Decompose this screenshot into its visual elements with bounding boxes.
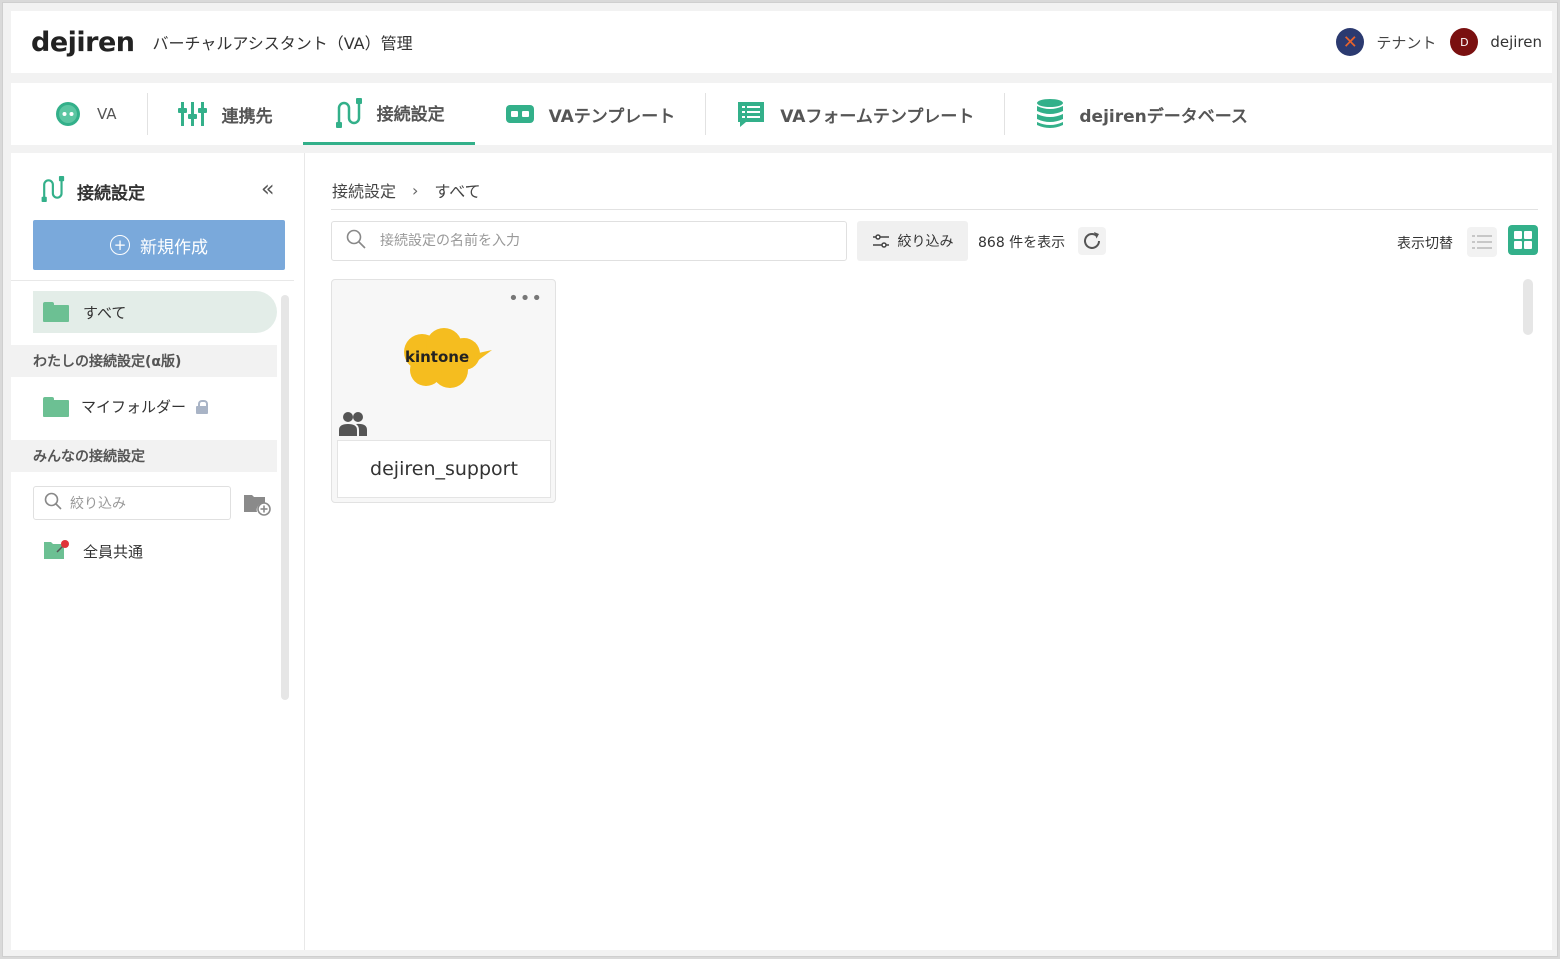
tab-label: 連携先 (221, 106, 273, 127)
sidebar-item-label: すべて (83, 303, 127, 322)
my-connections-section-heading: わたしの接続設定(α版) (11, 345, 277, 377)
tab-label: 接続設定 (376, 105, 445, 125)
app-title: バーチャルアシスタント（VA）管理 (152, 34, 413, 53)
tab-label: VAフォームテンプレート (780, 106, 975, 127)
sidebar-item-everyone[interactable]: 全員共通 (43, 538, 143, 564)
tab-va[interactable]: VA (11, 83, 147, 145)
connection-card[interactable]: ••• kintone dejiren_support (331, 279, 556, 503)
tab-va-form-template[interactable]: VAフォームテンプレート (706, 83, 1004, 145)
new-button-label: 新規作成 (140, 237, 208, 258)
grid-view-icon[interactable] (1508, 225, 1538, 255)
user-name[interactable]: dejiren (1490, 33, 1542, 51)
collapse-sidebar-icon[interactable]: « (261, 177, 275, 202)
search-icon (44, 492, 62, 514)
view-toggle-label: 表示切替 (1397, 236, 1453, 252)
breadcrumb-separator: › (412, 180, 419, 200)
sidebar-title: 接続設定 (77, 183, 145, 204)
list-view-icon[interactable] (1467, 227, 1497, 257)
tab-label: VA (97, 105, 117, 123)
cable-icon (333, 97, 363, 128)
cable-icon (39, 175, 65, 207)
header-account-area: ✕ テナント D dejiren (1336, 28, 1542, 56)
folder-icon (43, 302, 69, 322)
app-window: dejiren バーチャルアシスタント（VA）管理 ✕ テナント D dejir… (2, 2, 1558, 957)
sidebar-divider (11, 280, 294, 281)
breadcrumb-item: すべて (434, 182, 481, 201)
content-scrollbar[interactable] (1523, 279, 1533, 335)
tab-label: VAテンプレート (548, 106, 676, 127)
connection-name: dejiren_support (337, 440, 551, 498)
breadcrumb-item[interactable]: 接続設定 (332, 178, 396, 202)
form-template-icon (736, 99, 766, 129)
connectors-icon (177, 99, 208, 129)
kintone-logo-text: kintone (405, 348, 469, 366)
filter-placeholder: 絞り込み (70, 496, 126, 512)
main-nav-tabs: VA 連携先 接続設定 VAテンプレート VAフォームテンプレート dejire… (11, 83, 1552, 145)
new-connection-button[interactable]: + 新規作成 (33, 220, 285, 270)
tab-va-template[interactable]: VAテンプレート (475, 83, 706, 145)
shared-connections-section-heading: みんなの接続設定 (11, 440, 277, 472)
shared-users-icon (339, 410, 367, 440)
app-header: dejiren バーチャルアシスタント（VA）管理 ✕ テナント D dejir… (11, 11, 1552, 73)
filter-button[interactable]: 絞り込み (857, 221, 968, 261)
sidebar: 接続設定 « + 新規作成 すべて わたしの接続設定(α版) マイフォルダー み… (11, 153, 305, 950)
search-icon (346, 229, 366, 253)
result-count: 868 件を表示 (978, 235, 1066, 251)
folder-icon (43, 396, 69, 417)
kintone-logo: kintone (396, 326, 494, 400)
template-icon (505, 99, 535, 129)
search-input[interactable] (380, 233, 820, 249)
filter-sliders-icon (872, 234, 889, 248)
lock-icon (196, 399, 209, 414)
dejiren-logo[interactable]: dejiren (31, 27, 135, 58)
content-area: 接続設定 › すべて 絞り込み 868 件を表示 表示切替 (331, 153, 1541, 950)
more-options-icon[interactable]: ••• (508, 290, 543, 308)
breadcrumb-divider (331, 209, 1538, 210)
sidebar-item-my-folder[interactable]: マイフォルダー (43, 396, 209, 417)
sidebar-item-label: 全員共通 (83, 542, 144, 561)
tab-connectors[interactable]: 連携先 (148, 83, 303, 145)
tab-dejiren-database[interactable]: dejirenデータベース (1005, 83, 1278, 145)
plus-circle-icon: + (110, 235, 130, 255)
add-folder-icon[interactable] (243, 492, 271, 520)
tab-label: dejirenデータベース (1079, 106, 1248, 127)
refresh-icon[interactable] (1078, 227, 1106, 255)
tab-connection-settings[interactable]: 接続設定 (302, 83, 475, 145)
sidebar-header: 接続設定 (39, 175, 145, 207)
database-icon (1035, 99, 1065, 129)
tenant-label[interactable]: テナント (1376, 32, 1436, 53)
filter-button-label: 絞り込み (897, 234, 954, 250)
robot-face-icon (53, 99, 83, 129)
tenant-icon[interactable]: ✕ (1336, 28, 1365, 56)
folder-filter-input[interactable]: 絞り込み (33, 486, 231, 520)
user-avatar[interactable]: D (1450, 28, 1479, 56)
breadcrumb: 接続設定 › すべて (332, 178, 481, 202)
connection-search[interactable] (331, 221, 847, 261)
pinned-folder-icon (43, 538, 71, 564)
main-panel: 接続設定 « + 新規作成 すべて わたしの接続設定(α版) マイフォルダー み… (11, 153, 1552, 950)
sidebar-scrollbar[interactable] (281, 295, 289, 700)
sidebar-item-all[interactable]: すべて (33, 291, 277, 333)
sidebar-item-label: マイフォルダー (81, 398, 187, 416)
